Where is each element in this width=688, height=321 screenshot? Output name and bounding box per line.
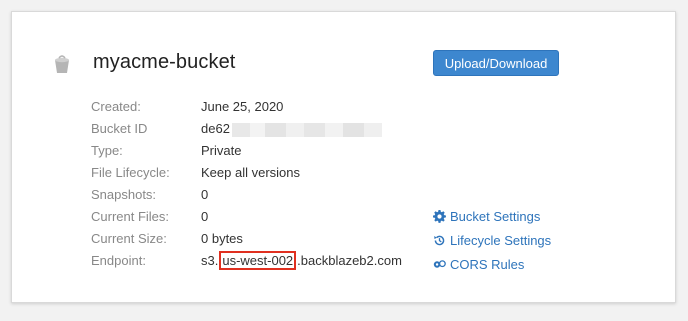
cors-icon xyxy=(433,260,446,268)
bucket-links: Bucket Settings Lifecycle Settings CORS … xyxy=(433,205,551,277)
bucket-id-value: de62 xyxy=(201,118,382,140)
current-size-label: Current Size: xyxy=(91,231,167,246)
endpoint-region-highlight: us-west-002 xyxy=(219,251,297,270)
redacted-blur xyxy=(231,122,382,137)
created-label: Created: xyxy=(91,99,141,114)
bucket-card: myacme-bucket Upload/Download Created: J… xyxy=(11,11,676,303)
upload-download-button[interactable]: Upload/Download xyxy=(433,50,559,76)
endpoint-prefix: s3. xyxy=(201,253,219,268)
snapshots-label: Snapshots: xyxy=(91,187,157,202)
endpoint-suffix: .backblazeb2.com xyxy=(297,253,402,268)
current-files-value: 0 xyxy=(201,209,209,224)
bucket-settings-link[interactable]: Bucket Settings xyxy=(433,205,551,229)
cors-rules-link[interactable]: CORS Rules xyxy=(433,253,551,277)
bucket-id-text: de62 xyxy=(201,121,230,136)
created-value: June 25, 2020 xyxy=(201,99,284,114)
cors-rules-label: CORS Rules xyxy=(450,257,525,272)
endpoint-label: Endpoint: xyxy=(91,253,146,268)
type-value: Private xyxy=(201,143,242,158)
endpoint-value: s3. us-west-002 .backblazeb2.com xyxy=(201,250,402,272)
history-icon xyxy=(434,235,445,246)
bucket-id-label: Bucket ID xyxy=(91,121,148,136)
snapshots-value: 0 xyxy=(201,187,209,202)
lifecycle-settings-link[interactable]: Lifecycle Settings xyxy=(433,229,551,253)
lifecycle-settings-label: Lifecycle Settings xyxy=(450,233,552,248)
bucket-settings-label: Bucket Settings xyxy=(450,209,541,224)
current-files-label: Current Files: xyxy=(91,209,170,224)
bucket-name: myacme-bucket xyxy=(93,51,236,73)
file-lifecycle-value: Keep all versions xyxy=(201,165,300,180)
file-lifecycle-label: File Lifecycle: xyxy=(91,165,170,180)
current-size-value: 0 bytes xyxy=(201,231,243,246)
bucket-icon xyxy=(55,55,69,73)
gear-icon xyxy=(433,210,446,223)
type-label: Type: xyxy=(91,143,123,158)
